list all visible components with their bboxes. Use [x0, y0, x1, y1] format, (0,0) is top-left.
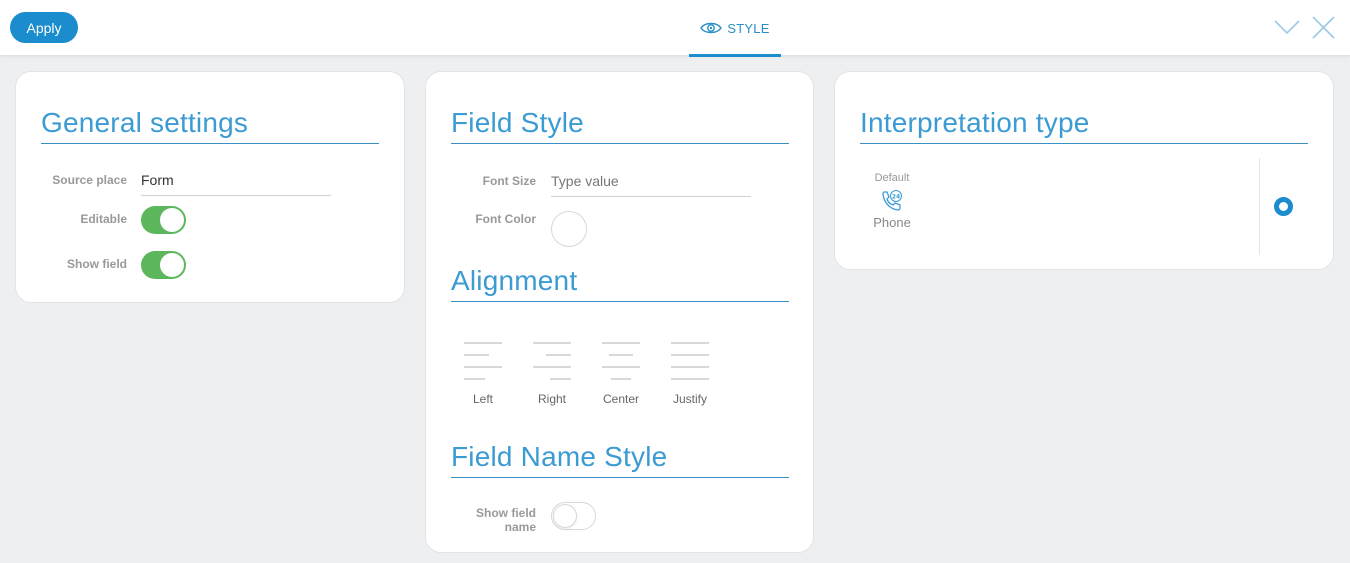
phone-label: Phone	[873, 215, 911, 230]
align-left-option[interactable]: Left	[453, 342, 513, 414]
editable-toggle[interactable]	[141, 206, 186, 234]
align-justify-option[interactable]: Justify	[660, 342, 720, 414]
tab-style[interactable]: STYLE	[689, 0, 781, 57]
font-size-label: Font Size	[482, 174, 536, 188]
phone-24-icon: 24	[882, 190, 902, 211]
toggle-knob	[160, 253, 184, 277]
align-center-option[interactable]: Center	[591, 342, 651, 414]
close-icon[interactable]	[1309, 14, 1337, 42]
tab-style-label: STYLE	[727, 20, 770, 36]
align-center-label: Center	[602, 392, 640, 406]
source-place-value[interactable]: Form	[141, 172, 331, 196]
field-name-style-title: Field Name Style	[451, 440, 789, 478]
chevron-down-icon[interactable]	[1273, 14, 1301, 42]
show-field-name-toggle[interactable]	[551, 502, 596, 530]
general-settings-title: General settings	[41, 106, 379, 144]
show-field-name-label-line2: name	[504, 520, 536, 534]
font-color-picker[interactable]	[551, 211, 587, 247]
show-field-name-label: Show field name	[476, 506, 536, 534]
align-left-label: Left	[472, 392, 493, 406]
toggle-knob	[160, 208, 184, 232]
field-style-card: Field Style Font Size Font Color Alignme…	[425, 71, 814, 553]
show-field-name-label-line1: Show field	[476, 506, 536, 520]
font-size-input[interactable]	[551, 173, 751, 197]
show-field-label: Show field	[67, 257, 127, 271]
svg-text:24: 24	[892, 193, 900, 200]
eye-icon	[700, 22, 723, 34]
align-right-icon	[533, 342, 571, 380]
source-place-label: Source place	[52, 173, 127, 187]
apply-button[interactable]: Apply	[10, 12, 78, 43]
font-color-label: Font Color	[475, 212, 536, 226]
field-style-title: Field Style	[451, 106, 789, 144]
toggle-knob	[553, 504, 577, 528]
interpretation-option-phone[interactable]: Default 24 Phone	[857, 172, 927, 230]
align-justify-icon	[671, 342, 709, 380]
top-toolbar: Apply STYLE	[0, 0, 1350, 57]
interpretation-radio[interactable]	[1274, 197, 1293, 216]
interpretation-type-card: Interpretation type Default 24 Phone	[834, 71, 1334, 270]
default-label: Default	[874, 172, 910, 184]
alignment-title: Alignment	[451, 264, 789, 302]
align-right-label: Right	[537, 392, 566, 406]
interpretation-type-title: Interpretation type	[860, 106, 1308, 144]
align-center-icon	[602, 342, 640, 380]
editable-label: Editable	[80, 212, 127, 226]
align-justify-label: Justify	[672, 392, 707, 406]
align-right-option[interactable]: Right	[522, 342, 582, 414]
show-field-toggle[interactable]	[141, 251, 186, 279]
general-settings-card: General settings Source place Form Edita…	[15, 71, 405, 303]
align-left-icon	[464, 342, 502, 380]
divider	[1259, 158, 1260, 255]
